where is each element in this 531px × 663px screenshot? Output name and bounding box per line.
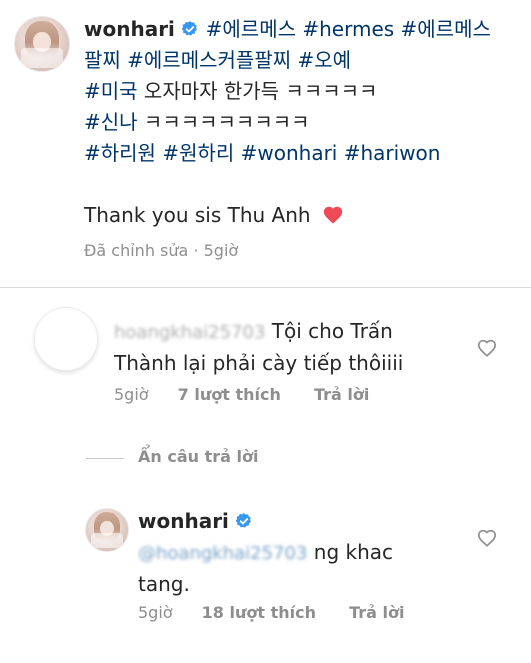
reply-1-like-heart-icon[interactable] bbox=[476, 527, 498, 549]
caption-hashtag-3[interactable]: #미국 bbox=[84, 79, 138, 103]
caption-line-2[interactable]: 팔찌 #에르메스커플팔찌 #오예 bbox=[84, 45, 524, 76]
comment-1-text-2: Thành lại phải cày tiếp thôiiii bbox=[114, 351, 404, 375]
reply-1-reply-button[interactable]: Trả lời bbox=[349, 603, 404, 622]
reply-1-meta: 5giờ 18 lượt thích Trả lời bbox=[138, 603, 404, 622]
red-heart-icon bbox=[323, 206, 343, 224]
reply-1: wonhari @hoangkhai25703 ng khac tang. bbox=[138, 506, 468, 600]
reply-1-likes[interactable]: 18 lượt thích bbox=[202, 603, 316, 622]
caption-thanks-text: Thank you sis Thu Anh bbox=[84, 203, 311, 227]
caption-avatar[interactable] bbox=[14, 16, 70, 72]
reply-1-text-2: tang. bbox=[138, 572, 190, 596]
comment-1-line-1: hoangkhai25703 Tội cho Trấn bbox=[114, 316, 474, 348]
verified-badge-icon bbox=[236, 513, 252, 528]
caption-text-3: 오자마자 한가득 ㅋㅋㅋㅋㅋ bbox=[137, 79, 378, 103]
caption-hashtags-1[interactable]: #에르메스 #hermes #에르메스 bbox=[206, 17, 491, 41]
hide-replies-line bbox=[86, 458, 124, 459]
comment-1-meta: 5giờ 7 lượt thích Trả lời bbox=[114, 385, 369, 404]
comment-1-username-blurred[interactable]: hoangkhai25703 bbox=[114, 317, 265, 348]
caption-line-thanks: Thank you sis Thu Anh bbox=[84, 200, 524, 231]
caption-divider bbox=[0, 287, 531, 288]
caption-line-1: wonhari #에르메스 #hermes #에르메스 bbox=[84, 14, 524, 45]
caption-line-3: #미국 오자마자 한가득 ㅋㅋㅋㅋㅋ bbox=[84, 76, 524, 107]
comment-1-like-heart-icon[interactable] bbox=[476, 337, 498, 359]
reply-1-line-1: wonhari bbox=[138, 506, 468, 537]
reply-1-avatar[interactable] bbox=[85, 508, 129, 552]
caption-hashtag-4[interactable]: #신나 bbox=[84, 110, 138, 134]
comment-1: hoangkhai25703 Tội cho Trấn Thành lại ph… bbox=[114, 316, 474, 379]
caption-text-4: ㅋㅋㅋㅋㅋㅋㅋㅋㅋ bbox=[137, 110, 310, 134]
avatar-frame-shape bbox=[91, 533, 123, 549]
reply-1-time: 5giờ bbox=[138, 603, 173, 622]
comment-1-likes[interactable]: 7 lượt thích bbox=[178, 385, 281, 404]
comment-1-text-1: Tội cho Trấn bbox=[271, 319, 393, 343]
verified-badge-icon bbox=[182, 21, 198, 36]
caption-time: 5giờ bbox=[203, 241, 239, 260]
caption-meta: Đã chỉnh sửa · 5giờ bbox=[84, 241, 238, 260]
caption-username[interactable]: wonhari bbox=[84, 17, 175, 41]
reply-1-text-1: ng khac bbox=[307, 540, 394, 564]
meta-dot: · bbox=[193, 241, 199, 260]
reply-1-mention-blurred[interactable]: @hoangkhai25703 bbox=[138, 538, 307, 569]
comment-1-reply-button[interactable]: Trả lời bbox=[314, 385, 369, 404]
edited-label: Đã chỉnh sửa bbox=[84, 241, 189, 260]
caption-line-4: #신나 ㅋㅋㅋㅋㅋㅋㅋㅋㅋ bbox=[84, 107, 524, 138]
comment-1-avatar[interactable] bbox=[34, 307, 98, 371]
avatar-frame-shape bbox=[21, 48, 63, 68]
reply-1-line-2: @hoangkhai25703 ng khac bbox=[138, 537, 468, 569]
caption: wonhari #에르메스 #hermes #에르메스 팔찌 #에르메스커플팔찌… bbox=[84, 14, 524, 231]
hide-replies-button[interactable]: Ẩn câu trả lời bbox=[138, 447, 258, 466]
comment-1-time: 5giờ bbox=[114, 385, 149, 404]
caption-line-5[interactable]: #하리원 #원하리 #wonhari #hariwon bbox=[84, 138, 524, 169]
reply-1-username[interactable]: wonhari bbox=[138, 509, 229, 533]
